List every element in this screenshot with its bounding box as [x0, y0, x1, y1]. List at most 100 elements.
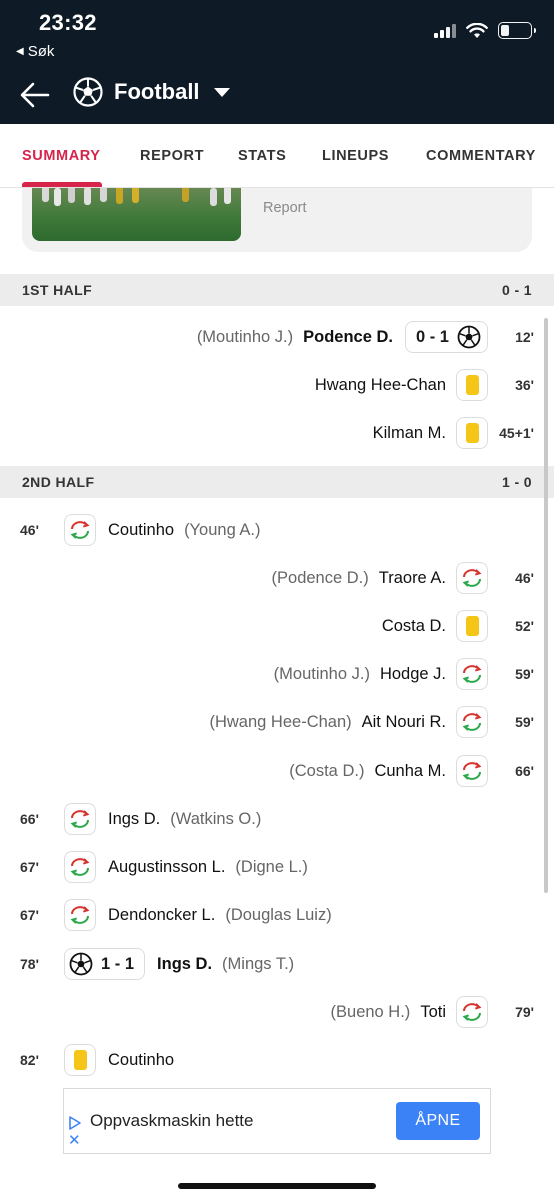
- event-substitution: (Bueno H.) Toti 79': [0, 992, 554, 1032]
- event-minute: 66': [515, 763, 534, 779]
- tab-report[interactable]: REPORT: [140, 148, 204, 164]
- player-in: Augustinsson L.: [108, 857, 226, 876]
- player-out: (Digne L.): [235, 857, 308, 876]
- substitution-icon: [64, 514, 96, 546]
- first-half-header: 1ST HALF 0 - 1: [0, 274, 554, 306]
- football-icon: [69, 952, 93, 976]
- yellow-card-icon: [64, 1044, 96, 1076]
- goal-score-box: 1 - 1: [64, 948, 146, 980]
- substitution-icon: [456, 755, 488, 787]
- event-minute: 67': [20, 859, 39, 875]
- player-name: Hwang Hee-Chan: [314, 375, 446, 394]
- event-minute: 36': [515, 377, 534, 393]
- player-out: (Hwang Hee-Chan): [209, 712, 352, 731]
- event-goal: (Moutinho J.) Podence D. 0 - 1 12': [0, 317, 554, 357]
- event-substitution: (Hwang Hee-Chan) Ait Nouri R. 59': [0, 702, 554, 742]
- home-indicator[interactable]: [178, 1183, 376, 1189]
- second-half-label: 2ND HALF: [22, 474, 95, 490]
- tab-lineups[interactable]: LINEUPS: [322, 148, 389, 164]
- goal-score: 1 - 1: [101, 954, 135, 973]
- sport-selector[interactable]: Football: [72, 76, 230, 108]
- player-in: Hodge J.: [379, 664, 446, 683]
- event-substitution: 67' Dendoncker L. (Douglas Luiz): [0, 895, 554, 935]
- scorer-name: Ings D.: [157, 954, 213, 973]
- status-icons: [434, 22, 536, 39]
- event-minute: 59': [515, 666, 534, 682]
- first-half-score: 0 - 1: [501, 282, 532, 298]
- back-app-label: Søk: [27, 43, 55, 60]
- event-minute: 45+1': [499, 425, 534, 441]
- battery-icon: [498, 22, 536, 39]
- player-in: Dendoncker L.: [108, 905, 216, 924]
- ad-close-icon[interactable]: ✕: [68, 1133, 81, 1148]
- first-half-label: 1ST HALF: [22, 282, 93, 298]
- ad-open-button[interactable]: ÅPNE: [396, 1102, 480, 1140]
- second-half-header: 2ND HALF 1 - 0: [0, 466, 554, 498]
- ad-text: Oppvaskmaskin hette: [90, 1111, 254, 1130]
- player-out: (Douglas Luiz): [225, 905, 332, 924]
- event-minute: 82': [20, 1052, 39, 1068]
- player-name: Kilman M.: [372, 423, 446, 442]
- ad-choices-icon[interactable]: [68, 1115, 82, 1131]
- player-in: Cunha M.: [374, 761, 446, 780]
- player-name: Coutinho: [108, 1050, 175, 1069]
- player-in: Toti: [420, 1002, 446, 1021]
- player-out: (Moutinho J.): [273, 664, 370, 683]
- tab-summary[interactable]: SUMMARY: [22, 148, 101, 164]
- nav-bar: Football: [0, 70, 554, 120]
- report-thumbnail: [32, 188, 241, 241]
- yellow-card-icon: [456, 610, 488, 642]
- event-minute: 67': [20, 907, 39, 923]
- event-substitution: (Costa D.) Cunha M. 66': [0, 751, 554, 791]
- substitution-icon: [456, 706, 488, 738]
- event-goal: 78' 1 - 1 Ings D. (Mings T.): [0, 944, 554, 984]
- substitution-icon: [456, 562, 488, 594]
- event-minute: 46': [20, 522, 39, 538]
- substitution-icon: [64, 851, 96, 883]
- player-out: (Podence D.): [271, 568, 369, 587]
- substitution-icon: [64, 803, 96, 835]
- substitution-icon: [456, 658, 488, 690]
- report-label: Report: [263, 200, 307, 216]
- back-to-app-link[interactable]: ◀ Søk: [16, 43, 54, 60]
- event-substitution: (Podence D.) Traore A. 46': [0, 558, 554, 598]
- player-out: (Watkins O.): [170, 809, 262, 828]
- goal-score-box: 0 - 1: [404, 321, 488, 353]
- event-minute: 12': [515, 329, 534, 345]
- status-time: 23:32: [39, 10, 97, 35]
- scrollbar[interactable]: [544, 318, 548, 893]
- player-out: (Bueno H.): [330, 1002, 411, 1021]
- tab-commentary[interactable]: COMMENTARY: [426, 148, 536, 164]
- app-header: 23:32 ◀ Søk Football: [0, 0, 554, 124]
- tab-bar: SUMMARY REPORT STATS LINEUPS COMMENTARY: [0, 124, 554, 188]
- event-yellow-card: Hwang Hee-Chan 36': [0, 365, 554, 405]
- football-icon: [457, 325, 481, 349]
- event-substitution: 67' Augustinsson L. (Digne L.): [0, 847, 554, 887]
- player-in: Traore A.: [378, 568, 446, 587]
- player-in: Coutinho: [108, 520, 175, 539]
- ad-banner[interactable]: ✕ Oppvaskmaskin hette ÅPNE: [63, 1088, 491, 1154]
- event-yellow-card: 82' Coutinho: [0, 1040, 554, 1080]
- cellular-signal-icon: [434, 23, 456, 38]
- event-minute: 66': [20, 811, 39, 827]
- yellow-card-icon: [456, 369, 488, 401]
- yellow-card-icon: [456, 417, 488, 449]
- report-card[interactable]: Report: [22, 188, 532, 252]
- event-substitution: 46' Coutinho (Young A.): [0, 510, 554, 550]
- event-minute: 46': [515, 570, 534, 586]
- back-triangle-icon: ◀: [16, 46, 24, 57]
- football-icon: [73, 77, 103, 107]
- chevron-down-icon: [213, 87, 230, 97]
- goal-score: 0 - 1: [415, 327, 449, 346]
- event-substitution: (Moutinho J.) Hodge J. 59': [0, 654, 554, 694]
- tab-stats[interactable]: STATS: [238, 148, 286, 164]
- wifi-icon: [466, 22, 488, 38]
- substitution-icon: [456, 996, 488, 1028]
- assist-player: (Mings T.): [222, 954, 295, 973]
- substitution-icon: [64, 899, 96, 931]
- event-minute: 59': [515, 714, 534, 730]
- event-yellow-card: Kilman M. 45+1': [0, 413, 554, 453]
- back-arrow-icon[interactable]: [18, 78, 52, 112]
- player-in: Ait Nouri R.: [361, 712, 446, 731]
- assist-player: (Moutinho J.): [196, 327, 294, 346]
